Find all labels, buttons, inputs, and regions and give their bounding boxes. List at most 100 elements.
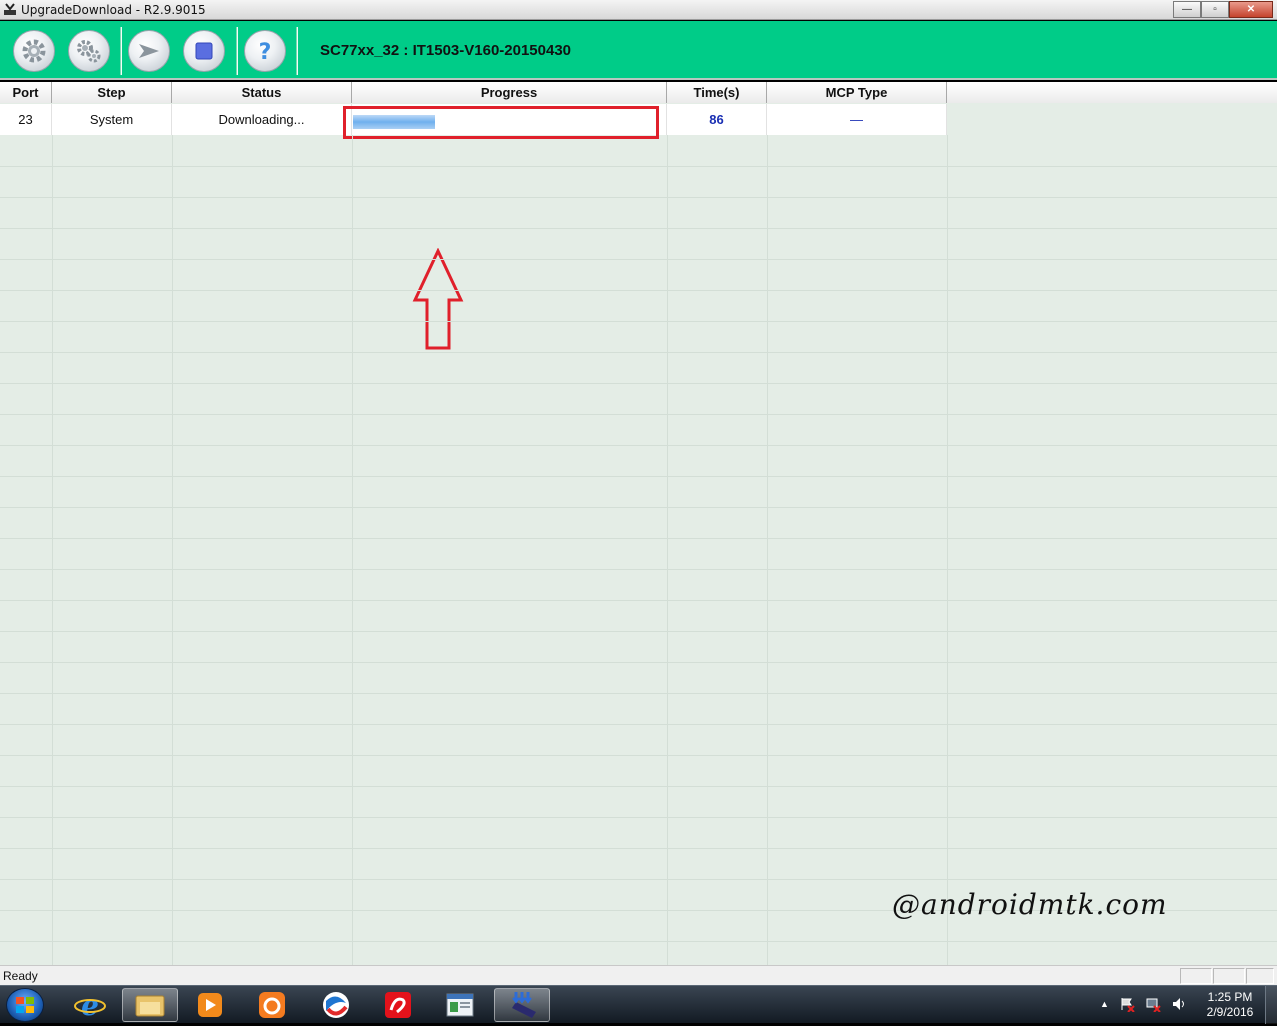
grid-row-line [0,445,1277,446]
grid-column-line [352,135,353,965]
taskbar-airtel[interactable] [370,988,426,1022]
port-grid: Port Step Status Progress Time(s) MCP Ty… [0,82,1277,965]
clock-date: 2/9/2016 [1206,1005,1254,1019]
status-text: Ready [3,969,38,983]
clock-time: 1:25 PM [1207,990,1253,1004]
cell-time: 86 [667,104,767,135]
upgrade-download-icon [512,992,536,1018]
toolbar: ? SC77xx_32 : IT1503-V160-20150430 [0,21,1277,80]
grid-column-line [52,135,53,965]
grid-row-line [0,321,1277,322]
action-center-flag-icon[interactable] [1119,996,1135,1012]
taskbar-ie[interactable]: e [62,988,118,1022]
explorer-icon [135,995,165,1017]
column-header-port[interactable]: Port [0,82,52,103]
grid-row-line [0,662,1277,663]
grid-row-line [0,848,1277,849]
ie-icon: e [74,989,106,1021]
grid-column-line [667,135,668,965]
highlight-box [343,106,659,139]
restore-button[interactable]: ▫ [1201,1,1229,18]
firmware-title: SC77xx_32 : IT1503-V160-20150430 [320,42,572,59]
grid-row-line [0,786,1277,787]
start-button[interactable] [6,988,44,1022]
grid-row-line [0,817,1277,818]
stop-download-button[interactable] [183,30,225,72]
window-app-icon [446,993,474,1017]
load-packet-button[interactable] [13,30,55,72]
grid-row-line [0,693,1277,694]
status-panel [1180,968,1212,984]
grid-row-line [0,538,1277,539]
grid-row-line [0,569,1277,570]
svg-text:?: ? [259,40,272,64]
windows-logo-icon [16,997,34,1013]
volume-icon[interactable] [1171,996,1187,1012]
taskbar-explorer[interactable] [122,988,178,1022]
grid-column-line [947,135,948,965]
grid-row-line [0,755,1277,756]
gear-icon [22,39,46,63]
grid-row-line [0,600,1277,601]
grid-row-line [0,724,1277,725]
help-button[interactable]: ? [244,30,286,72]
grid-row-line [0,879,1277,880]
toolbar-separator [236,27,238,75]
start-download-button[interactable] [128,30,170,72]
status-bar: Ready [0,965,1277,985]
cell-step: System [52,104,172,135]
window-title: UpgradeDownload - R2.9.9015 [21,3,206,17]
svg-text:e: e [81,989,99,1021]
grid-header: Port Step Status Progress Time(s) MCP Ty… [0,82,1277,103]
settings-button[interactable] [68,30,110,72]
toolbar-separator [120,27,122,75]
network-icon[interactable] [1145,996,1161,1012]
grid-column-line [172,135,173,965]
play-arrow-icon [139,44,159,58]
taskbar-clock[interactable]: 1:25 PM 2/9/2016 [1195,990,1265,1020]
column-header-step[interactable]: Step [52,82,172,103]
gears-icon [77,40,101,63]
app-icon [4,3,16,15]
column-header-mcp-type[interactable]: MCP Type [767,82,947,103]
column-header-empty [947,82,1277,103]
taskbar-media-player[interactable] [182,988,238,1022]
grid-row-line [0,166,1277,167]
stop-square-icon [195,42,213,60]
grid-row-line [0,476,1277,477]
close-button[interactable]: ✕ [1229,1,1273,18]
taskbar-uc-browser[interactable] [244,988,300,1022]
up-arrow-annotation [412,248,464,350]
airtel-icon [385,992,411,1018]
grid-row-line [0,507,1277,508]
watermark: @androidmtk.com [892,888,1168,921]
toolbar-separator [296,27,298,75]
system-tray: ▲ [1100,996,1187,1012]
media-player-icon [198,993,222,1017]
status-panel [1213,968,1245,984]
grid-row-line [0,290,1277,291]
cell-mcp-type: — [767,104,947,135]
grid-row-line [0,631,1277,632]
status-panel [1246,968,1274,984]
taskbar-window-app[interactable] [432,988,488,1022]
grid-row-line [0,228,1277,229]
grid-row-line [0,352,1277,353]
cell-port: 23 [0,104,52,135]
question-mark-icon: ? [259,40,272,64]
column-header-time[interactable]: Time(s) [667,82,767,103]
grid-row-line [0,414,1277,415]
browser-icon [323,992,349,1018]
tray-expand-icon[interactable]: ▲ [1100,999,1109,1012]
taskbar-upgrade-download[interactable] [494,988,550,1022]
cell-status: Downloading... [172,104,352,135]
grid-column-line [767,135,768,965]
column-header-progress[interactable]: Progress [352,82,667,103]
minimize-button[interactable]: — [1173,1,1201,18]
column-header-status[interactable]: Status [172,82,352,103]
grid-row-line [0,383,1277,384]
taskbar-browser[interactable] [308,988,364,1022]
show-desktop-button[interactable] [1265,986,1277,1024]
grid-row-line [0,197,1277,198]
title-bar: UpgradeDownload - R2.9.9015 — ▫ ✕ [0,0,1277,20]
